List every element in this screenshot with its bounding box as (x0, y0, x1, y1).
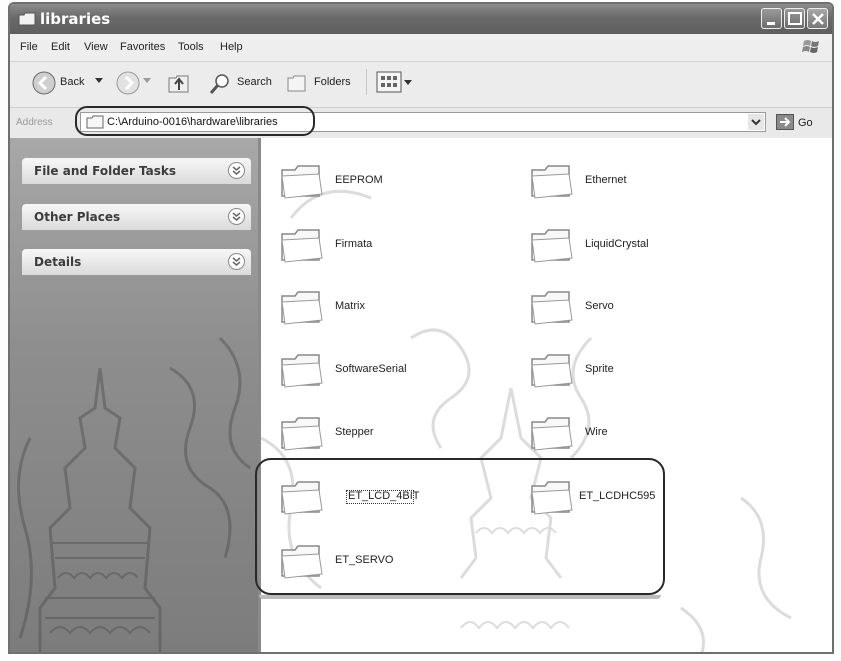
up-folder-icon[interactable] (166, 70, 192, 96)
folder-icon (531, 229, 573, 263)
folder-icon (531, 165, 573, 199)
folder-item[interactable]: Firmata (279, 224, 539, 268)
folder-label: SoftwareSerial (335, 363, 407, 375)
folder-item[interactable]: Ethernet (529, 160, 789, 204)
folder-icon (18, 12, 36, 26)
folder-label: Stepper (335, 426, 374, 438)
maximize-icon[interactable] (784, 8, 805, 29)
menu-favorites[interactable]: Favorites (120, 41, 165, 53)
search-icon[interactable] (208, 72, 232, 96)
back-button[interactable]: Back (60, 76, 84, 88)
toolbar-separator (366, 69, 367, 95)
folder-icon (281, 291, 323, 325)
folder-icon (281, 354, 323, 388)
folder-icon (531, 291, 573, 325)
windows-logo-icon (802, 40, 819, 53)
go-icon[interactable] (776, 114, 794, 130)
chevron-down-icon[interactable] (748, 114, 764, 130)
folder-icon (531, 354, 573, 388)
panel-details[interactable]: Details (22, 249, 251, 275)
menu-bar: File Edit View Favorites Tools Help (10, 34, 832, 61)
menu-edit[interactable]: Edit (51, 41, 70, 53)
forward-arrow-icon[interactable] (116, 71, 140, 95)
folder-item[interactable]: Stepper (279, 412, 539, 456)
window-title: libraries (40, 10, 111, 28)
folder-icon (281, 165, 323, 199)
address-highlight-outline (75, 106, 315, 136)
folder-item[interactable]: LiquidCrystal (529, 224, 789, 268)
folder-icon (281, 417, 323, 451)
toolbar: Back Search Folders (10, 61, 832, 102)
new-libraries-highlight-outline (255, 458, 665, 599)
folder-label: Wire (585, 426, 608, 438)
folder-icon (531, 417, 573, 451)
views-icon[interactable] (376, 71, 402, 93)
folders-icon[interactable] (286, 72, 308, 94)
folder-item[interactable]: Matrix (279, 286, 539, 330)
go-button[interactable]: Go (798, 117, 813, 129)
task-pane: File and Folder Tasks Other Places Detai… (10, 138, 258, 652)
panel-file-folder-tasks[interactable]: File and Folder Tasks (22, 158, 251, 184)
address-label: Address (16, 117, 53, 128)
folder-label: Servo (585, 300, 614, 312)
folder-label: Ethernet (585, 174, 627, 186)
menu-file[interactable]: File (20, 41, 38, 53)
panel-label: Other Places (34, 210, 121, 224)
back-arrow-icon[interactable] (32, 71, 56, 95)
folder-icon (281, 229, 323, 263)
panel-label: File and Folder Tasks (34, 164, 177, 178)
chevron-down-icon[interactable] (404, 80, 412, 86)
close-icon[interactable] (807, 8, 828, 29)
chevron-down-icon[interactable] (95, 78, 103, 84)
chevron-down-icon[interactable] (143, 78, 151, 84)
folder-label: Matrix (335, 300, 365, 312)
chevron-down-icon[interactable] (228, 162, 245, 179)
folders-button[interactable]: Folders (314, 76, 351, 88)
menu-tools[interactable]: Tools (178, 41, 204, 53)
minimize-icon[interactable] (761, 8, 782, 29)
menu-help[interactable]: Help (220, 41, 243, 53)
folder-item[interactable]: Sprite (529, 349, 789, 393)
folder-label: Firmata (335, 238, 373, 250)
panel-other-places[interactable]: Other Places (22, 204, 251, 230)
folder-label: LiquidCrystal (585, 238, 649, 250)
search-button[interactable]: Search (237, 76, 272, 88)
chevron-down-icon[interactable] (228, 208, 245, 225)
folder-label: Sprite (585, 363, 614, 375)
panel-label: Details (34, 255, 82, 269)
title-bar[interactable]: libraries (10, 4, 832, 34)
folder-label: EEPROM (335, 174, 383, 186)
menu-view[interactable]: View (84, 41, 108, 53)
folder-item[interactable]: EEPROM (279, 160, 539, 204)
chevron-down-icon[interactable] (228, 253, 245, 270)
folder-item[interactable]: Wire (529, 412, 789, 456)
folder-item[interactable]: Servo (529, 286, 789, 330)
folder-item[interactable]: SoftwareSerial (279, 349, 539, 393)
